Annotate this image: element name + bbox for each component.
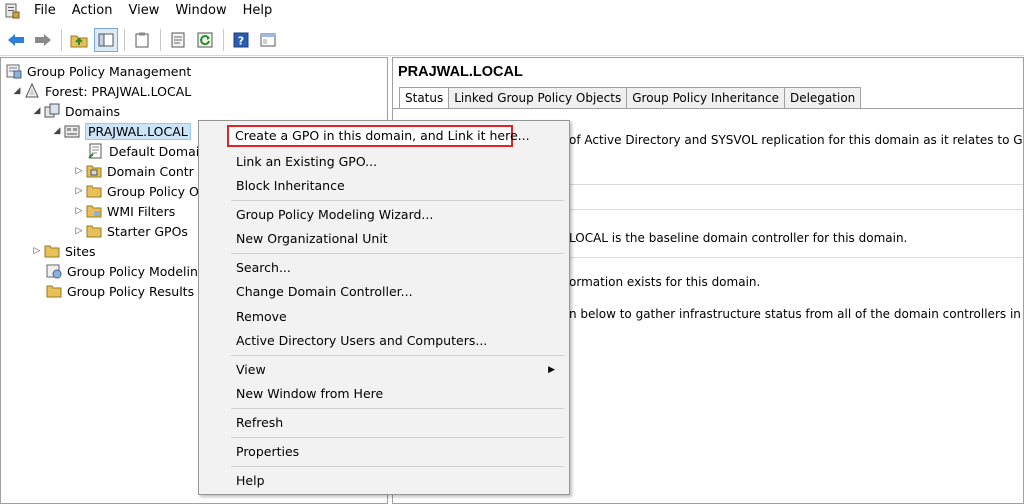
tree-label: Group Policy O [107, 183, 199, 199]
page-title: PRAJWAL.LOCAL [398, 64, 523, 80]
sites-icon [43, 243, 61, 259]
show-tree-icon[interactable] [94, 27, 118, 52]
tree-label: Sites [65, 243, 96, 259]
menu-item-view[interactable]: View ▶ [203, 359, 565, 381]
menu-item-ad-users-computers[interactable]: Active Directory Users and Computers... [203, 330, 565, 352]
menu-item-modeling-wizard[interactable]: Group Policy Modeling Wizard... [203, 204, 565, 226]
tab-delegation[interactable]: Delegation [783, 87, 862, 108]
ou-folder-icon [85, 163, 103, 179]
menu-item-link-existing-gpo[interactable]: Link an Existing GPO... [203, 151, 565, 173]
refresh-icon[interactable] [193, 28, 217, 52]
menu-item-change-dc[interactable]: Change Domain Controller... [203, 281, 565, 303]
tree-item-domains[interactable]: ◢ Domains [31, 101, 120, 121]
folder-icon [85, 223, 103, 239]
menu-separator [231, 466, 564, 467]
menu-file[interactable]: File [26, 0, 64, 22]
group-policy-management-icon [5, 63, 23, 79]
expand-icon[interactable]: ▷ [73, 206, 85, 216]
menu-item-help[interactable]: Help [203, 470, 565, 492]
tree-item-modeling[interactable]: Group Policy Modelin [45, 261, 198, 281]
menu-separator [231, 200, 564, 201]
tree-item-domain-controllers[interactable]: ▷ Domain Contr [73, 161, 194, 181]
toolbar-separator [61, 28, 62, 51]
tree-item-default-domain-policy[interactable]: Default Domai [87, 141, 199, 161]
back-icon[interactable] [4, 28, 28, 52]
expand-icon[interactable]: ▷ [73, 186, 85, 196]
tree-label: PRAJWAL.LOCAL [85, 122, 191, 140]
app-icon [4, 3, 20, 19]
domain-icon [63, 123, 81, 139]
collapse-icon[interactable]: ◢ [11, 86, 23, 96]
menu-item-properties[interactable]: Properties [203, 441, 565, 463]
menu-separator [231, 408, 564, 409]
submenu-arrow-icon: ▶ [548, 365, 555, 375]
collapse-icon[interactable]: ◢ [51, 126, 63, 136]
tab-inheritance[interactable]: Group Policy Inheritance [626, 87, 785, 108]
tree-label: Group Policy Management [27, 63, 192, 79]
menu-item-search[interactable]: Search... [203, 257, 565, 279]
results-icon [45, 283, 63, 299]
export-list-icon[interactable] [166, 28, 190, 52]
toolbar: ? [0, 24, 1024, 56]
forward-icon[interactable] [31, 28, 55, 52]
toolbar-separator [124, 28, 125, 51]
menu-action[interactable]: Action [64, 0, 121, 22]
menu-item-new-ou[interactable]: New Organizational Unit [203, 228, 565, 250]
baseline-dc-text: LOCAL is the baseline domain controller … [569, 231, 908, 245]
tree-label: Starter GPOs [107, 223, 188, 239]
tree-label: WMI Filters [107, 203, 176, 219]
folder-icon [85, 203, 103, 219]
tree-item-starter-gpos[interactable]: ▷ Starter GPOs [73, 221, 188, 241]
clipboard-icon[interactable] [130, 28, 154, 52]
status-description: of Active Directory and SYSVOL replicati… [569, 133, 1023, 147]
menu-item-create-gpo-link[interactable]: Create a GPO in this domain, and Link it… [227, 125, 530, 147]
folder-icon [85, 183, 103, 199]
tab-status[interactable]: Status [399, 87, 450, 109]
properties-icon[interactable] [256, 28, 280, 52]
gpo-link-icon [87, 143, 105, 159]
tree-label: Domains [65, 103, 121, 119]
tree-item-domain[interactable]: ◢ PRAJWAL.LOCAL [51, 121, 191, 141]
up-folder-icon[interactable] [67, 28, 91, 52]
menu-separator [231, 253, 564, 254]
expand-icon[interactable]: ▷ [73, 166, 85, 176]
tree-item-wmi-filters[interactable]: ▷ WMI Filters [73, 201, 176, 221]
menu-item-remove[interactable]: Remove [203, 306, 565, 328]
menu-item-label: View [236, 362, 266, 377]
svg-text:?: ? [238, 34, 244, 47]
menu-help[interactable]: Help [235, 0, 281, 22]
tab-strip: Status Linked Group Policy Objects Group… [399, 87, 862, 109]
menu-separator [231, 437, 564, 438]
context-menu: Create a GPO in this domain, and Link it… [198, 120, 570, 495]
menu-window[interactable]: Window [167, 0, 234, 22]
tree-item-forest[interactable]: ◢ Forest: PRAJWAL.LOCAL [11, 81, 191, 101]
expand-icon[interactable]: ▷ [73, 226, 85, 236]
tree-item-sites[interactable]: ▷ Sites [31, 241, 96, 261]
tab-linked-gpos[interactable]: Linked Group Policy Objects [448, 87, 628, 108]
tree-item-results[interactable]: Group Policy Results [45, 281, 194, 301]
menu-item-refresh[interactable]: Refresh [203, 412, 565, 434]
tree-label: Group Policy Modelin [67, 263, 198, 279]
status-info-text: ormation exists for this domain. [569, 275, 761, 289]
tree-label: Default Domai [109, 143, 200, 159]
menu-item-new-window[interactable]: New Window from Here [203, 383, 565, 405]
tree-item-root[interactable]: Group Policy Management [5, 61, 191, 81]
tree-label: Domain Contr [107, 163, 194, 179]
tree-label: Group Policy Results [67, 283, 195, 299]
forest-icon [23, 83, 41, 99]
collapse-icon[interactable]: ◢ [31, 106, 43, 116]
menubar: File Action View Window Help [0, 0, 1024, 22]
expand-icon[interactable]: ▷ [31, 246, 43, 256]
modeling-icon [45, 263, 63, 279]
gather-instructions-text: n below to gather infrastructure status … [569, 307, 1023, 321]
tree-label: Forest: PRAJWAL.LOCAL [45, 83, 192, 99]
toolbar-separator [223, 28, 224, 51]
toolbar-separator [160, 28, 161, 51]
menu-item-block-inheritance[interactable]: Block Inheritance [203, 175, 565, 197]
menu-view[interactable]: View [120, 0, 167, 22]
domains-icon [43, 103, 61, 119]
menu-separator [231, 355, 564, 356]
tree-item-gpo[interactable]: ▷ Group Policy O [73, 181, 199, 201]
help-icon[interactable]: ? [229, 28, 253, 52]
